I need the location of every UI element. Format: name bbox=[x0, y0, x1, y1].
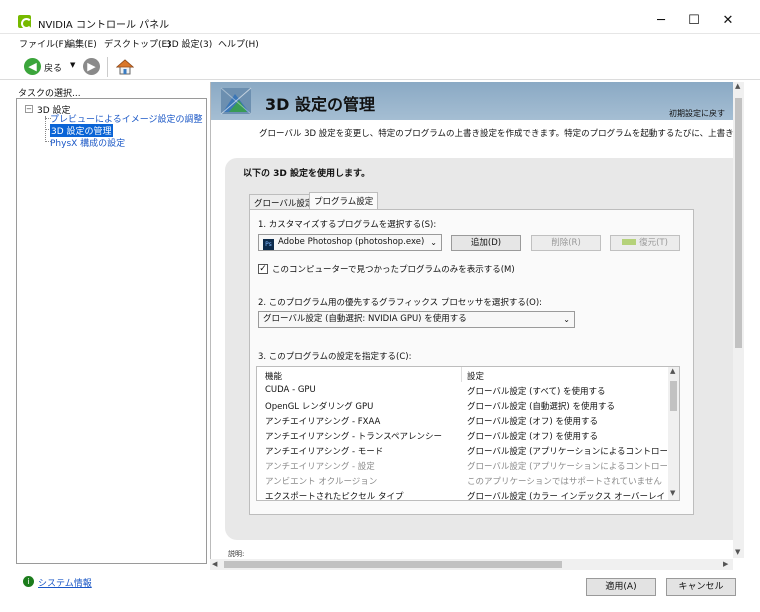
scroll-right-icon[interactable]: ▶ bbox=[723, 560, 728, 568]
table-scroll-thumb[interactable] bbox=[670, 381, 677, 411]
program-select-value: Adobe Photoshop (photoshop.exe) bbox=[278, 237, 425, 247]
menu-edit[interactable]: 編集(E) bbox=[66, 37, 97, 50]
apply-button[interactable]: 適用(A) bbox=[586, 578, 656, 596]
scroll-up-icon[interactable]: ▲ bbox=[735, 82, 740, 90]
scroll-down-icon[interactable]: ▼ bbox=[735, 548, 740, 556]
nvidia-logo-icon bbox=[18, 15, 32, 29]
table-cell-setting[interactable]: グローバル設定 (アプリケーションによるコントロール) を... bbox=[467, 445, 667, 457]
scroll-up-icon[interactable]: ▲ bbox=[670, 367, 675, 375]
table-cell-feature[interactable]: アンチエイリアシング - 設定 bbox=[265, 460, 461, 472]
table-cell-setting[interactable]: グローバル設定 (カラー インデックス オーバーレイ (8bp... bbox=[467, 490, 667, 500]
back-button-label[interactable]: 戻る bbox=[44, 61, 62, 74]
sidebar-item-physx-configuration[interactable]: PhysX 構成の設定 bbox=[50, 136, 125, 149]
description-peek-label: 説明: bbox=[228, 550, 245, 558]
table-cell-setting[interactable]: グローバル設定 (アプリケーションによるコントロール) を... bbox=[467, 460, 667, 472]
table-cell-setting[interactable]: グローバル設定 (すべて) を使用する bbox=[467, 385, 667, 397]
tree-collapse-icon[interactable]: − bbox=[25, 105, 33, 113]
cancel-button[interactable]: キャンセル bbox=[666, 578, 736, 596]
restore-program-label: 復元(T) bbox=[639, 238, 668, 248]
tab-global-settings[interactable]: グローバル設定 bbox=[249, 194, 319, 210]
tab-program-settings[interactable]: プログラム設定 bbox=[309, 192, 379, 210]
graphics-processor-value: グローバル設定 (自動選択: NVIDIA GPU) を使用する bbox=[263, 314, 467, 324]
column-header-feature[interactable]: 機能 bbox=[265, 370, 282, 382]
show-found-programs-label[interactable]: このコンピューターで見つかったプログラムのみを表示する(M) bbox=[272, 263, 515, 275]
table-cell-setting[interactable]: グローバル設定 (オフ) を使用する bbox=[467, 430, 667, 442]
main-vertical-scrollbar[interactable]: ▲ ▼ bbox=[733, 82, 744, 558]
menu-desktop[interactable]: デスクトップ(E) bbox=[104, 37, 171, 50]
scroll-left-icon[interactable]: ◀ bbox=[212, 560, 217, 568]
vertical-scroll-thumb[interactable] bbox=[735, 98, 742, 348]
table-cell-feature[interactable]: アンチエイリアシング - モード bbox=[265, 445, 461, 457]
step3-label: 3. このプログラムの設定を指定する(C): bbox=[258, 352, 412, 362]
program-select[interactable]: Ps Adobe Photoshop (photoshop.exe) ⌄ bbox=[258, 234, 442, 251]
window-title: NVIDIA コントロール パネル bbox=[38, 20, 170, 31]
restore-default-link[interactable]: 初期設定に戻す bbox=[669, 108, 725, 119]
main-content: 3D 設定の管理 初期設定に戻す グローバル 3D 設定を変更し、特定のプログラ… bbox=[210, 82, 744, 569]
page-header: 3D 設定の管理 初期設定に戻す bbox=[211, 82, 744, 120]
show-found-programs-checkbox[interactable]: ✓ bbox=[258, 264, 268, 274]
title-bar: NVIDIA コントロール パネル ─ ☐ ✕ bbox=[0, 0, 760, 34]
table-cell-feature[interactable]: アンチエイリアシング - FXAA bbox=[265, 415, 461, 427]
table-scrollbar[interactable]: ▲ ▼ bbox=[668, 367, 679, 500]
restore-program-button[interactable]: 復元(T) bbox=[610, 235, 680, 251]
back-arrow-icon[interactable]: ◀ bbox=[24, 58, 41, 75]
toolbar-separator bbox=[107, 57, 108, 77]
program-settings-table: 機能 設定 CUDA - GPU グローバル設定 (すべて) を使用する OpenG… bbox=[256, 366, 680, 501]
photoshop-icon: Ps bbox=[263, 239, 274, 250]
menu-file[interactable]: ファイル(F) bbox=[19, 37, 67, 50]
remove-program-button[interactable]: 削除(R) bbox=[531, 235, 601, 251]
back-history-dropdown-icon[interactable]: ▼ bbox=[70, 61, 75, 69]
system-info-link[interactable]: システム情報 bbox=[38, 576, 92, 589]
horizontal-scroll-thumb[interactable] bbox=[224, 561, 562, 568]
toolbar: ◀ 戻る ▼ ▶ bbox=[0, 52, 760, 80]
forward-arrow-icon[interactable]: ▶ bbox=[83, 58, 100, 75]
table-cell-setting[interactable]: グローバル設定 (自動選択) を使用する bbox=[467, 400, 667, 412]
system-info-icon[interactable]: i bbox=[23, 576, 34, 587]
home-icon[interactable] bbox=[116, 58, 134, 76]
program-settings-panel: 1. カスタマイズするプログラムを選択する(S): Ps Adobe Photos… bbox=[249, 209, 694, 515]
nvidia-mini-icon bbox=[622, 239, 637, 245]
table-cell-setting[interactable]: グローバル設定 (オフ) を使用する bbox=[467, 415, 667, 427]
graphics-processor-select[interactable]: グローバル設定 (自動選択: NVIDIA GPU) を使用する ⌄ bbox=[258, 311, 575, 328]
main-horizontal-scrollbar[interactable]: ◀ ▶ bbox=[210, 559, 733, 570]
table-cell-feature[interactable]: エクスポートされたピクセル タイプ bbox=[265, 490, 461, 500]
task-tree: − 3D 設定 プレビューによるイメージ設定の調整 3D 設定の管理 PhysX… bbox=[16, 98, 207, 564]
page-title: 3D 設定の管理 bbox=[265, 95, 375, 114]
table-cell-feature[interactable]: アンチエイリアシング - トランスペアレンシー bbox=[265, 430, 461, 442]
add-program-button[interactable]: 追加(D) bbox=[451, 235, 521, 251]
table-cell-feature[interactable]: アンビエント オクルージョン bbox=[265, 475, 461, 487]
step2-label: 2. このプログラム用の優先するグラフィックス プロセッサを選択する(O): bbox=[258, 298, 543, 308]
table-cell-setting[interactable]: このアプリケーションではサポートされていません bbox=[467, 475, 667, 487]
menu-bar: ファイル(F) 編集(E) デスクトップ(E) 3D 設定(3) ヘルプ(H) bbox=[0, 34, 760, 52]
menu-3d-settings[interactable]: 3D 設定(3) bbox=[166, 37, 212, 50]
menu-help[interactable]: ヘルプ(H) bbox=[218, 37, 259, 50]
step1-label: 1. カスタマイズするプログラムを選択する(S): bbox=[258, 220, 437, 230]
column-divider[interactable] bbox=[461, 367, 462, 382]
chevron-down-icon: ⌄ bbox=[563, 315, 570, 324]
section-title: 以下の 3D 設定を使用します。 bbox=[243, 169, 371, 179]
page-description: グローバル 3D 設定を変更し、特定のプログラムの上書き設定を作成できます。特定… bbox=[259, 129, 744, 139]
column-header-setting[interactable]: 設定 bbox=[467, 370, 484, 382]
3d-settings-logo-icon bbox=[220, 87, 252, 115]
scroll-down-icon[interactable]: ▼ bbox=[670, 489, 675, 497]
table-cell-feature[interactable]: CUDA - GPU bbox=[265, 385, 461, 395]
table-cell-feature[interactable]: OpenGL レンダリング GPU bbox=[265, 400, 461, 412]
chevron-down-icon: ⌄ bbox=[430, 238, 437, 247]
close-button[interactable]: ✕ bbox=[708, 12, 748, 30]
